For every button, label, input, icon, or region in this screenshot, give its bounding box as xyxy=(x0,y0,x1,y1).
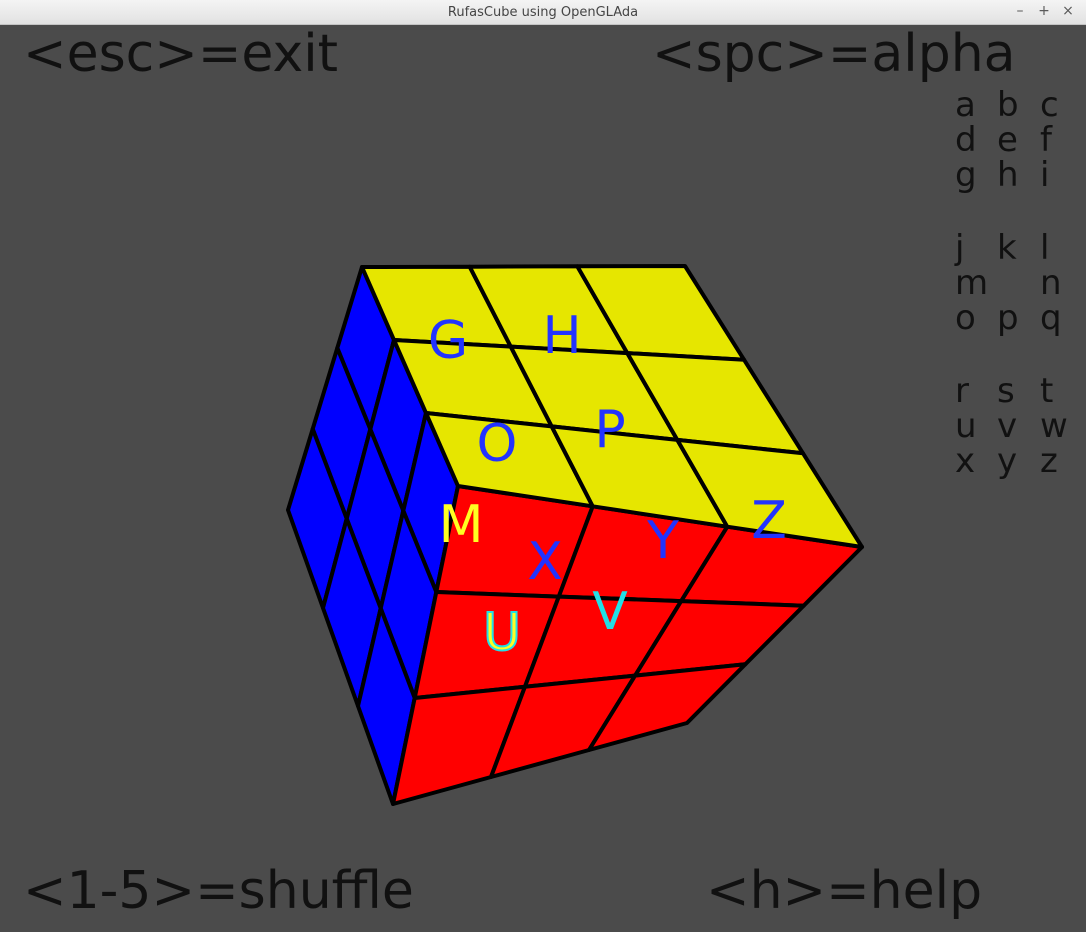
cube-label-p: P xyxy=(594,400,625,460)
cube-label-u: U xyxy=(483,603,521,663)
window-title: RufasCube using OpenGLAda xyxy=(447,5,639,20)
cube-label-x: X xyxy=(527,532,563,592)
maximize-button[interactable]: + xyxy=(1035,3,1053,21)
cube-label-v: V xyxy=(592,582,628,642)
app-window: RufasCube using OpenGLAda – + × <esc>=ex… xyxy=(0,0,1086,932)
cube-label-h: H xyxy=(542,306,581,366)
cube-label-o: O xyxy=(477,414,518,474)
cube-label-y: Y xyxy=(646,511,679,571)
gl-viewport[interactable]: <esc>=exit <spc>=alpha <1-5>=shuffle <h>… xyxy=(1,25,1085,931)
minimize-button[interactable]: – xyxy=(1011,3,1029,21)
close-button[interactable]: × xyxy=(1059,3,1077,21)
cube-label-g: G xyxy=(428,311,468,371)
title-bar[interactable]: RufasCube using OpenGLAda – + × xyxy=(0,0,1086,25)
cube-label-m: M xyxy=(439,495,484,555)
cube-label-z: Z xyxy=(751,491,787,551)
cube-canvas[interactable]: G HO P Z Y XMU V xyxy=(1,25,1085,931)
